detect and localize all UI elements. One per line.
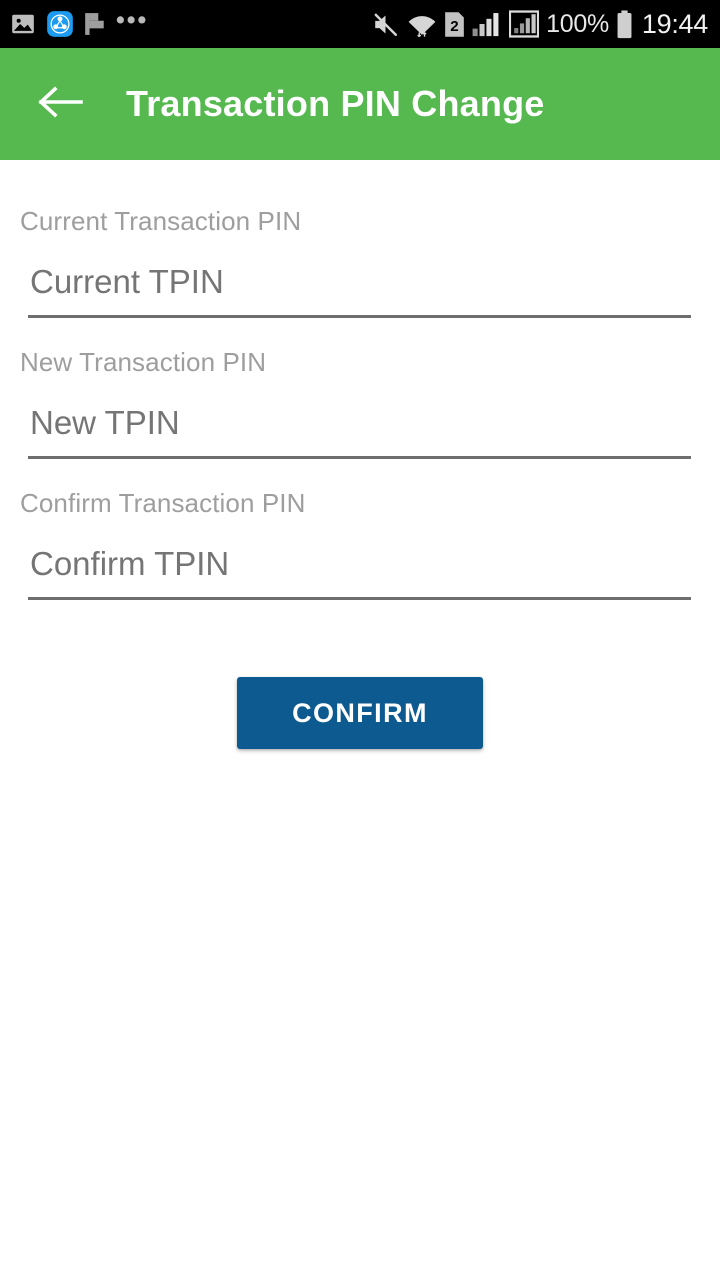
app-screen: ••• 2 100% 19:44 Transaction PIN Change …: [0, 0, 720, 1280]
field-label-current-tpin: Current Transaction PIN: [20, 206, 302, 236]
wifi-icon: [407, 10, 437, 38]
gallery-icon: [10, 11, 36, 37]
field-label-confirm-tpin: Confirm Transaction PIN: [20, 488, 306, 518]
current-tpin-input[interactable]: [28, 254, 691, 315]
confirm-button[interactable]: CONFIRM: [237, 677, 483, 749]
mute-icon: [371, 10, 400, 39]
field-underline-confirm-tpin: [28, 536, 691, 600]
shareit-app-icon: [46, 10, 74, 38]
signal-boxed-icon: [509, 10, 540, 38]
field-underline-current-tpin: [28, 254, 691, 318]
status-bar-system: 2 100% 19:44: [371, 8, 708, 39]
confirm-tpin-input[interactable]: [28, 536, 691, 597]
field-underline-new-tpin: [28, 395, 691, 459]
form-content: Current Transaction PIN New Transaction …: [0, 160, 720, 1280]
app-bar: Transaction PIN Change: [0, 48, 720, 160]
back-button[interactable]: [22, 66, 98, 142]
arrow-left-icon: [35, 82, 85, 127]
field-label-new-tpin: New Transaction PIN: [20, 347, 267, 377]
battery-icon: [616, 9, 633, 39]
svg-text:2: 2: [450, 17, 458, 34]
status-clock: 19:44: [641, 8, 708, 39]
status-bar: ••• 2 100% 19:44: [0, 0, 720, 48]
page-title: Transaction PIN Change: [126, 83, 545, 124]
battery-percent-label: 100%: [546, 9, 609, 38]
status-overflow-icon: •••: [116, 5, 149, 34]
new-tpin-input[interactable]: [28, 395, 691, 456]
signal-bars-icon: [472, 11, 502, 37]
status-bar-notifications: •••: [10, 5, 149, 38]
flag-icon: [84, 12, 106, 36]
sim-icon: 2: [444, 11, 465, 38]
